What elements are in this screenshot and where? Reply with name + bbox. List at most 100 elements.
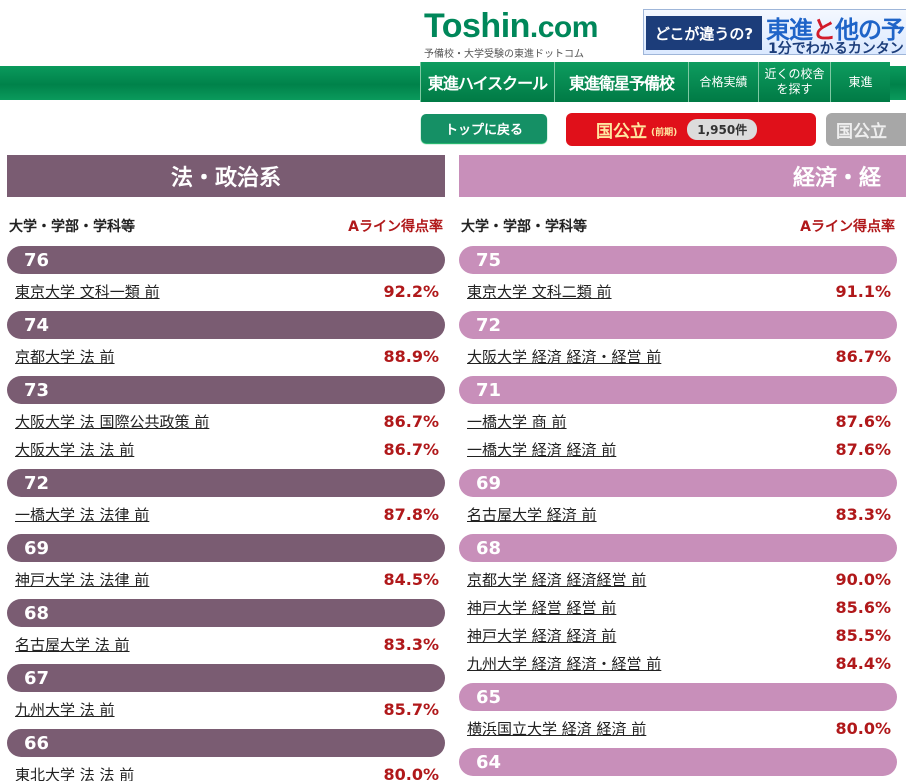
score-header: 68 — [459, 534, 897, 562]
score-rate: 87.8% — [383, 504, 439, 524]
score-header: 66 — [7, 729, 445, 757]
national-public-tab-2[interactable]: 国公立 — [826, 113, 906, 146]
national-suffix: (前期) — [651, 128, 678, 138]
score-group: 名古屋大学 経済 前 83.3% — [459, 497, 906, 533]
list-item: 神戸大学 経営 経営 前 85.6% — [459, 593, 897, 621]
list-item: 一橋大学 法 法律 前 87.8% — [7, 500, 445, 528]
score-rate: 86.7% — [835, 346, 891, 366]
score-header: 68 — [7, 599, 445, 627]
score-rate: 80.0% — [383, 764, 439, 781]
score-header: 67 — [7, 664, 445, 692]
score-header: 65 — [459, 683, 897, 711]
list-item: 九州大学 法 前 85.7% — [7, 695, 445, 723]
banner-question: どこが違うの? — [646, 16, 762, 50]
nav-item-toshin[interactable]: 東進 — [830, 62, 890, 102]
score-group: 九州大学 法 前 85.7% — [7, 692, 445, 728]
nav-item-find-school[interactable]: 近くの校舎を探す — [758, 62, 830, 102]
university-link[interactable]: 名古屋大学 経済 前 — [467, 504, 597, 525]
score-group: 一橋大学 商 前 87.6% 一橋大学 経済 経済 前 87.6% — [459, 404, 906, 468]
column-subheader: 大学・学部・学科等 Aライン得点率 — [459, 197, 897, 245]
university-link[interactable]: 一橋大学 経済 経済 前 — [467, 439, 616, 460]
list-item: 東京大学 文科一類 前 92.2% — [7, 277, 445, 305]
score-rate: 90.0% — [835, 569, 891, 589]
score-group: 神戸大学 法 法律 前 84.5% — [7, 562, 445, 598]
column-law-politics: 法・政治系 大学・学部・学科等 Aライン得点率 76 東京大学 文科一類 前 92.… — [7, 155, 445, 781]
score-group — [459, 776, 906, 781]
score-group: 京都大学 経済 経済経営 前 90.0% 神戸大学 経営 経営 前 85.6% 神戸大学… — [459, 562, 906, 682]
list-item: 一橋大学 経済 経済 前 87.6% — [459, 435, 897, 463]
list-item: 大阪大学 経済 経済・経営 前 86.7% — [459, 342, 897, 370]
logo-dot: .com — [529, 11, 599, 44]
university-link[interactable]: 大阪大学 法 国際公共政策 前 — [15, 411, 209, 432]
logo-text: Toshin — [424, 7, 530, 45]
score-header: 69 — [459, 469, 897, 497]
column-subheader: 大学・学部・学科等 Aライン得点率 — [7, 197, 445, 245]
score-rate: 83.3% — [383, 634, 439, 654]
university-link[interactable]: 九州大学 経済 経済・経営 前 — [467, 653, 661, 674]
ad-banner[interactable]: どこが違うの? 東進と他の予 1分でわかるカンタン — [643, 9, 906, 57]
national-public-tab[interactable]: 国公立 (前期) 1,950件 — [566, 113, 816, 146]
column-rate-label: Aライン得点率 — [800, 219, 895, 235]
score-rate: 84.5% — [383, 569, 439, 589]
list-item: 東北大学 法 法 前 80.0% — [7, 760, 445, 781]
university-link[interactable]: 東京大学 文科一類 前 — [15, 281, 160, 302]
score-group: 東北大学 法 法 前 80.0% — [7, 757, 445, 781]
nav-item-toshin-eisei[interactable]: 東進衛星予備校 — [554, 62, 688, 102]
university-link[interactable]: 大阪大学 経済 経済・経営 前 — [467, 346, 661, 367]
score-header: 74 — [7, 311, 445, 339]
university-link[interactable]: 一橋大学 法 法律 前 — [15, 504, 149, 525]
score-rate: 84.4% — [835, 653, 891, 673]
university-link[interactable]: 神戸大学 経営 経営 前 — [467, 597, 616, 618]
list-item: 大阪大学 法 法 前 86.7% — [7, 435, 445, 463]
column-label: 大学・学部・学科等 — [461, 219, 587, 235]
list-item: 名古屋大学 法 前 83.3% — [7, 630, 445, 658]
back-to-top-button[interactable]: トップに戻る — [421, 114, 547, 143]
column-title: 法・政治系 — [7, 155, 445, 197]
university-link[interactable]: 東北大学 法 法 前 — [15, 764, 134, 781]
list-item: 京都大学 法 前 88.9% — [7, 342, 445, 370]
score-rate: 86.7% — [383, 411, 439, 431]
logo-subtitle: 予備校・大学受験の東進ドットコム — [424, 49, 584, 60]
score-group: 東京大学 文科二類 前 91.1% — [459, 274, 906, 310]
score-group: 横浜国立大学 経済 経済 前 80.0% — [459, 711, 906, 747]
score-header: 64 — [459, 748, 897, 776]
score-rate: 83.3% — [835, 504, 891, 524]
university-link[interactable]: 大阪大学 法 法 前 — [15, 439, 134, 460]
list-item: 神戸大学 法 法律 前 84.5% — [7, 565, 445, 593]
score-group: 東京大学 文科一類 前 92.2% — [7, 274, 445, 310]
university-link[interactable]: 神戸大学 法 法律 前 — [15, 569, 149, 590]
nav-item-toshin-highschool[interactable]: 東進ハイスクール — [420, 62, 554, 102]
score-group: 京都大学 法 前 88.9% — [7, 339, 445, 375]
score-rate: 80.0% — [835, 718, 891, 738]
university-link[interactable]: 神戸大学 経済 経済 前 — [467, 625, 616, 646]
score-header: 72 — [459, 311, 897, 339]
list-item: 東京大学 文科二類 前 91.1% — [459, 277, 897, 305]
score-header: 73 — [7, 376, 445, 404]
banner-subtitle: 1分でわかるカンタン — [768, 41, 904, 57]
toshin-logo[interactable]: Toshin.com 予備校・大学受験の東進ドットコム — [424, 8, 598, 60]
university-link[interactable]: 九州大学 法 前 — [15, 699, 115, 720]
nav-item-results[interactable]: 合格実績 — [688, 62, 758, 102]
university-link[interactable]: 京都大学 経済 経済経営 前 — [467, 569, 646, 590]
column-title: 経済・経 — [459, 155, 906, 197]
list-item: 神戸大学 経済 経済 前 85.5% — [459, 621, 897, 649]
university-link[interactable]: 名古屋大学 法 前 — [15, 634, 130, 655]
score-header: 72 — [7, 469, 445, 497]
list-item: 京都大学 経済 経済経営 前 90.0% — [459, 565, 897, 593]
column-rate-label: Aライン得点率 — [348, 219, 443, 235]
national-title: 国公立 — [596, 122, 647, 142]
list-item: 名古屋大学 経済 前 83.3% — [459, 500, 897, 528]
list-item: 九州大学 経済 経済・経営 前 84.4% — [459, 649, 897, 677]
university-link[interactable]: 京都大学 法 前 — [15, 346, 115, 367]
score-rate: 91.1% — [835, 281, 891, 301]
score-rate: 86.7% — [383, 439, 439, 459]
university-link[interactable]: 横浜国立大学 経済 経済 前 — [467, 718, 646, 739]
score-header: 75 — [459, 246, 897, 274]
list-item: 大阪大学 法 国際公共政策 前 86.7% — [7, 407, 445, 435]
university-link[interactable]: 一橋大学 商 前 — [467, 411, 567, 432]
score-group: 大阪大学 経済 経済・経営 前 86.7% — [459, 339, 906, 375]
score-rate: 85.5% — [835, 625, 891, 645]
university-link[interactable]: 東京大学 文科二類 前 — [467, 281, 612, 302]
score-header: 71 — [459, 376, 897, 404]
score-group: 大阪大学 法 国際公共政策 前 86.7% 大阪大学 法 法 前 86.7% — [7, 404, 445, 468]
